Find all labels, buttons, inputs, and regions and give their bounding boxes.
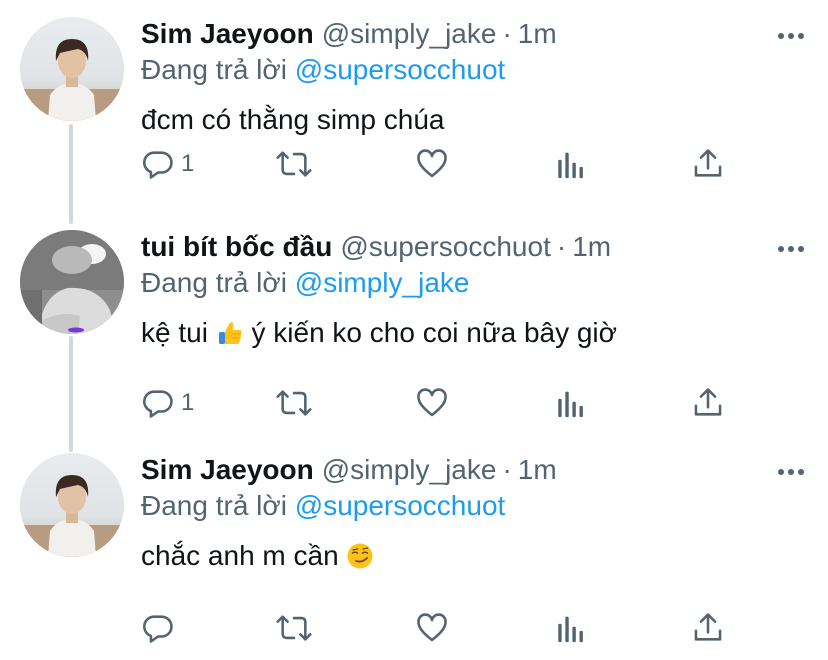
tweet-text: đcm có thằng simp chúa (141, 104, 445, 135)
tweet[interactable]: Sim Jaeyoon @simply_jake · 1m Đang trả l… (0, 0, 828, 220)
analytics-button[interactable] (555, 144, 587, 184)
share-icon (694, 149, 722, 177)
more-horizontal-icon[interactable] (776, 243, 806, 255)
replying-to-label: Đang trả lời (141, 267, 287, 298)
replying-to-line: Đang trả lời @simply_jake (141, 265, 808, 301)
like-button[interactable] (415, 608, 449, 648)
smirking-face-emoji-icon (347, 543, 373, 569)
reply-button[interactable]: 1 (141, 144, 194, 184)
replying-to-label: Đang trả lời (141, 54, 287, 85)
tweet-actions: 1 (141, 144, 741, 184)
analytics-icon (558, 616, 583, 643)
share-button[interactable] (691, 608, 725, 648)
retweet-button[interactable] (275, 144, 313, 184)
analytics-button[interactable] (555, 383, 587, 423)
reply-button[interactable]: 1 (141, 383, 194, 423)
tweet-actions (141, 608, 741, 648)
tweet-text-part: chắc anh m cần (141, 540, 339, 571)
retweet-icon (276, 390, 312, 416)
timestamp[interactable]: 1m (518, 16, 557, 52)
reply-button[interactable] (141, 608, 181, 648)
reply-count: 1 (181, 389, 195, 416)
retweet-icon (276, 615, 312, 641)
like-icon (417, 388, 447, 417)
like-button[interactable] (415, 383, 449, 423)
tweet[interactable]: tui bít bốc đầu @supersocchuot · 1m Đang… (0, 213, 828, 433)
user-handle[interactable]: @simply_jake (322, 452, 497, 488)
tweet-text-part: kệ tui (141, 317, 208, 348)
display-name[interactable]: tui bít bốc đầu (141, 229, 332, 265)
separator-dot: · (502, 18, 512, 49)
more-horizontal-icon[interactable] (776, 466, 806, 478)
analytics-icon (558, 391, 583, 418)
like-button[interactable] (415, 144, 449, 184)
replying-to-line: Đang trả lời @supersocchuot (141, 488, 808, 524)
user-handle[interactable]: @simply_jake (322, 16, 497, 52)
avatar[interactable] (20, 17, 124, 121)
display-name[interactable]: Sim Jaeyoon (141, 16, 314, 52)
tweet-actions: 1 (141, 383, 741, 423)
like-icon (417, 149, 447, 178)
retweet-icon (276, 151, 312, 177)
analytics-icon (558, 152, 583, 179)
replying-to-line: Đang trả lời @supersocchuot (141, 52, 808, 88)
display-name[interactable]: Sim Jaeyoon (141, 452, 314, 488)
more-horizontal-icon[interactable] (776, 30, 806, 42)
reply-icon (143, 390, 173, 418)
mention-link[interactable]: @simply_jake (295, 267, 470, 298)
reply-icon (143, 151, 173, 179)
tweet-text-part: ý kiến ko cho coi nữa bây giờ (251, 317, 618, 348)
share-icon (694, 388, 722, 416)
mention-link[interactable]: @supersocchuot (295, 490, 506, 521)
share-button[interactable] (691, 144, 725, 184)
share-button[interactable] (691, 383, 725, 423)
tweet-text: kệ tui ý kiến ko cho coi nữa bây giờ (141, 315, 808, 351)
reply-thread: Sim Jaeyoon @simply_jake · 1m Đang trả l… (0, 0, 828, 660)
like-icon (417, 613, 447, 642)
separator-dot: · (502, 454, 512, 485)
analytics-button[interactable] (555, 608, 587, 648)
mention-link[interactable]: @supersocchuot (295, 54, 506, 85)
reply-icon (143, 615, 173, 643)
timestamp[interactable]: 1m (518, 452, 557, 488)
retweet-button[interactable] (275, 608, 313, 648)
retweet-button[interactable] (275, 383, 313, 423)
thumbs-up-emoji-icon (218, 322, 242, 344)
share-icon (694, 613, 722, 641)
separator-dot: · (556, 231, 567, 262)
avatar[interactable] (20, 453, 124, 557)
tweet[interactable]: Sim Jaeyoon @simply_jake · 1m Đang trả l… (0, 436, 828, 656)
user-handle[interactable]: @supersocchuot (340, 229, 551, 265)
timestamp[interactable]: 1m (572, 229, 611, 265)
tweet-text: chắc anh m cần (141, 538, 808, 574)
reply-count: 1 (181, 150, 195, 177)
replying-to-label: Đang trả lời (141, 490, 287, 521)
avatar[interactable] (20, 230, 124, 334)
